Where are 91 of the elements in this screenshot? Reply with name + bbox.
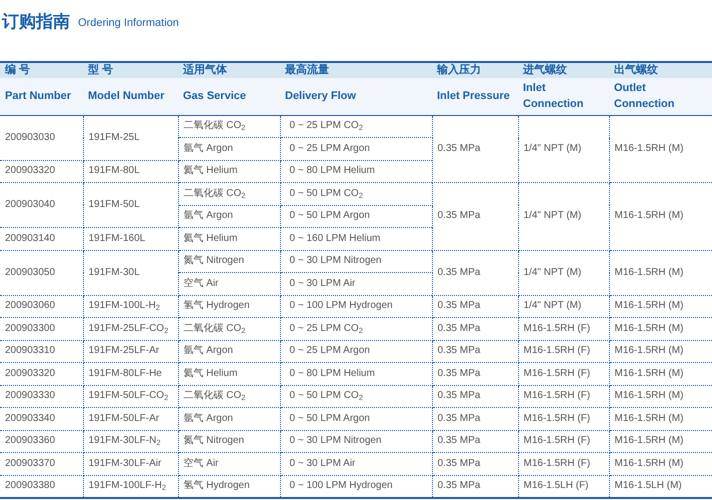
column-header-chinese: 适用气体	[178, 62, 280, 78]
table-cell: 空气 Air	[178, 452, 280, 475]
table-cell: 0 ~ 25 LPM Argon	[280, 340, 432, 362]
table-cell: 191FM-100L-H$_{2}$	[83, 295, 178, 318]
table-cell: 191FM-30LF-Air	[83, 452, 178, 475]
table-cell: 200903370	[0, 452, 83, 475]
table-cell: 0 ~ 25 LPM CO$_{2}$	[280, 115, 432, 138]
page-title: 订购指南	[2, 13, 70, 30]
table-cell: 0.35 MPa	[432, 430, 518, 452]
page-subtitle: Ordering Information	[78, 18, 179, 30]
table-cell: 氩气 Argon	[178, 205, 280, 228]
table-cell: M16-1.5RH (F)	[518, 452, 609, 475]
table-cell: 0.35 MPa	[432, 318, 518, 340]
table-cell: 191FM-50LF-CO$_{2}$	[83, 385, 178, 408]
table-cell: 200903310	[0, 340, 83, 362]
table-cell: 1/4" NPT (M)	[518, 295, 609, 318]
table-cell: 200903140	[0, 228, 83, 250]
table-cell: 0 ~ 100 LPM Hydrogen	[280, 295, 432, 318]
table-cell: 0.35 MPa	[432, 385, 518, 408]
table-cell: 200903320	[0, 362, 83, 385]
table-cell: 氢气 Hydrogen	[178, 295, 280, 318]
table-cell: 1/4" NPT (M)	[518, 182, 609, 250]
table-cell: 0 ~ 50 LPM CO$_{2}$	[280, 385, 432, 408]
table-cell: 氩气 Argon	[178, 340, 280, 362]
table-cell: 0.35 MPa	[432, 408, 518, 430]
table-cell: 200903320	[0, 160, 83, 182]
table-cell: 0 ~ 50 LPM CO$_{2}$	[280, 182, 432, 205]
table-cell: 191FM-30LF-N$_{2}$	[83, 430, 178, 452]
table-cell: M16-1.5RH (F)	[518, 430, 609, 452]
table-cell: 191FM-160L	[83, 228, 178, 250]
table-cell: 191FM-80L	[83, 160, 178, 182]
table-cell: M16-1.5RH (F)	[518, 385, 609, 408]
column-header: Model Number	[83, 78, 178, 115]
table-cell: 0.35 MPa	[432, 295, 518, 318]
table-cell: 0.35 MPa	[432, 250, 518, 295]
table-cell: 200903030	[0, 115, 83, 160]
column-header-chinese: 最高流量	[280, 62, 432, 78]
column-header-chinese: 编 号	[0, 62, 83, 78]
column-header: Delivery Flow	[280, 78, 432, 115]
table-cell: 0.35 MPa	[432, 340, 518, 362]
table-cell: 二氧化碳 CO$_{2}$	[178, 115, 280, 138]
table-cell: 191FM-30L	[83, 250, 178, 295]
table-cell: 0 ~ 30 LPM Nitrogen	[280, 430, 432, 452]
table-cell: 200903340	[0, 408, 83, 430]
table-cell: M16-1.5RH (F)	[518, 408, 609, 430]
table-cell: 二氧化碳 CO$_{2}$	[178, 385, 280, 408]
table-cell: 191FM-25LF-CO$_{2}$	[83, 318, 178, 340]
table-cell: 二氧化碳 CO$_{2}$	[178, 182, 280, 205]
table-cell: 1/4" NPT (M)	[518, 250, 609, 295]
table-cell: 0 ~ 30 LPM Nitrogen	[280, 250, 432, 272]
table-cell: 191FM-50L	[83, 182, 178, 228]
table-cell: 0 ~ 30 LPM Air	[280, 452, 432, 475]
table-cell: 氮气 Nitrogen	[178, 250, 280, 272]
column-header: Inlet Pressure	[432, 78, 518, 115]
table-cell: M16-1.5RH (F)	[518, 318, 609, 340]
table-cell: 0.35 MPa	[432, 182, 518, 250]
table-cell: 191FM-80LF-He	[83, 362, 178, 385]
table-cell: 200903060	[0, 295, 83, 318]
table-cell: 氦气 Helium	[178, 362, 280, 385]
table-cell: 氮气 Nitrogen	[178, 430, 280, 452]
column-header-chinese: 进气螺纹	[518, 62, 609, 78]
table-cell: M16-1.5RH (F)	[518, 340, 609, 362]
table-cell: 200903050	[0, 250, 83, 295]
table-cell: 0 ~ 80 LPM Helium	[280, 362, 432, 385]
table-cell: 氦气 Helium	[178, 160, 280, 182]
column-header-chinese: 出气螺纹	[609, 62, 712, 78]
table-cell: 氦气 Helium	[178, 228, 280, 250]
table-cell: 200903330	[0, 385, 83, 408]
table-cell: 0.35 MPa	[432, 452, 518, 475]
table-cell: 200903040	[0, 182, 83, 228]
column-header-chinese: 输入压力	[432, 62, 518, 78]
column-header: Gas Service	[178, 78, 280, 115]
table-cell: 0 ~ 50 LPM Argon	[280, 408, 432, 430]
table-cell: 191FM-25L	[83, 115, 178, 160]
table-cell: 200903360	[0, 430, 83, 452]
table-cell: 0.35 MPa	[432, 362, 518, 385]
table-cell: 200903300	[0, 318, 83, 340]
table-cell: 0 ~ 25 LPM CO$_{2}$	[280, 318, 432, 340]
column-header-chinese: 型 号	[83, 62, 178, 78]
column-header: Outlet Connection	[609, 78, 712, 115]
column-header: Inlet Connection	[518, 78, 609, 115]
table-cell: 空气 Air	[178, 272, 280, 295]
table-cell: 1/4" NPT (M)	[518, 115, 609, 182]
table-cell: 0.35 MPa	[432, 115, 518, 182]
table-cell: 氩气 Argon	[178, 138, 280, 160]
table-cell: 191FM-50LF-Ar	[83, 408, 178, 430]
column-header: Part Number	[0, 78, 83, 115]
table-cell: 二氧化碳 CO$_{2}$	[178, 318, 280, 340]
table-cell: 氩气 Argon	[178, 408, 280, 430]
table-cell: M16-1.5RH (F)	[518, 362, 609, 385]
table-cell: 191FM-25LF-Ar	[83, 340, 178, 362]
